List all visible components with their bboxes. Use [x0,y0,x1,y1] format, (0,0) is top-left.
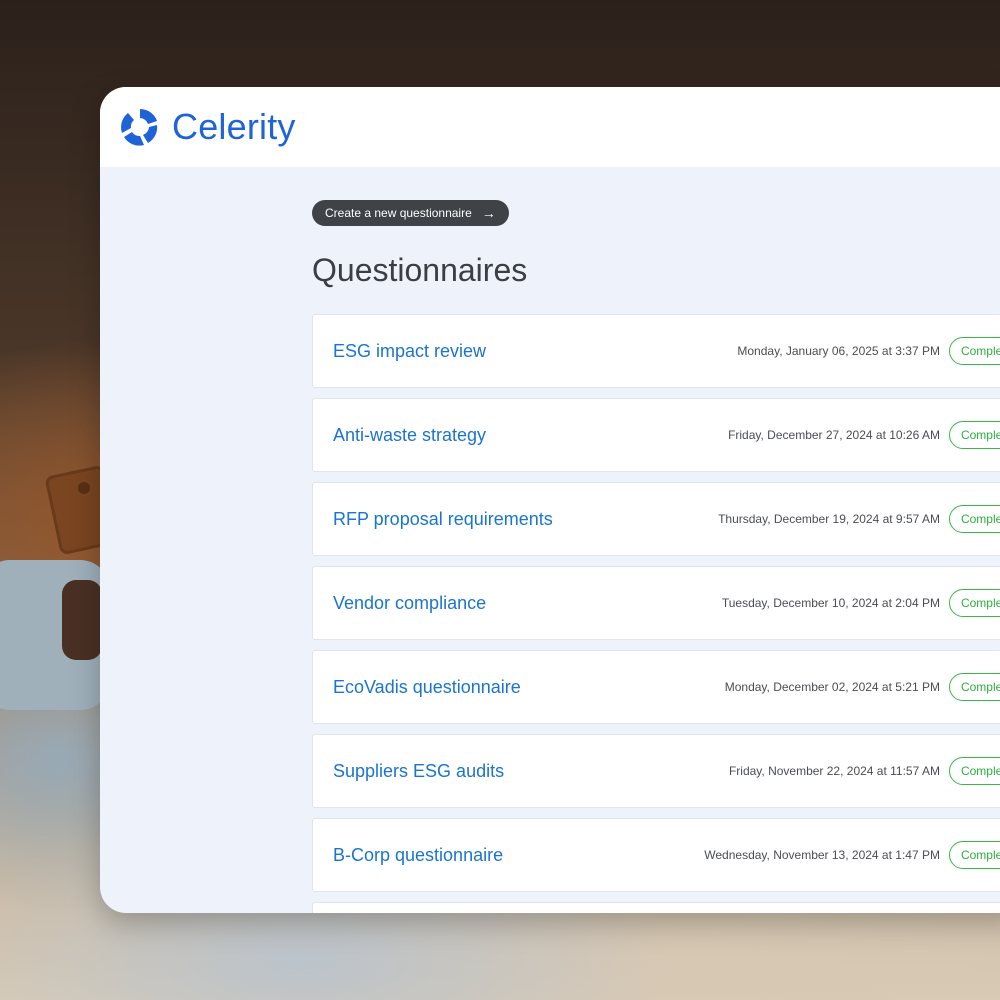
questionnaire-row-partial [312,902,1000,913]
status-badge: Completed [948,757,1000,785]
questionnaire-title[interactable]: RFP proposal requirements [333,509,553,530]
questionnaire-title[interactable]: Anti-waste strategy [333,425,486,446]
questionnaire-title[interactable]: B-Corp questionnaire [333,845,503,866]
app-window: Celerity Create a new questionnaire → Qu… [100,87,1000,913]
row-meta: Friday, December 27, 2024 at 10:26 AM Co… [728,421,1000,449]
questionnaire-title[interactable]: Vendor compliance [333,593,486,614]
status-badge: Completed [948,337,1000,365]
status-badge: Completed [948,505,1000,533]
create-questionnaire-button[interactable]: Create a new questionnaire → [312,200,509,226]
questionnaire-list: ESG impact review Monday, January 06, 20… [312,314,1000,913]
questionnaire-date: Friday, November 22, 2024 at 11:57 AM [728,764,940,778]
rivet [78,482,90,494]
questionnaire-row[interactable]: B-Corp questionnaire Wednesday, November… [312,818,1000,892]
questionnaire-date: Thursday, December 19, 2024 at 9:57 AM [718,512,940,526]
status-badge: Completed [948,421,1000,449]
questionnaire-row[interactable]: RFP proposal requirements Thursday, Dece… [312,482,1000,556]
questionnaire-date: Wednesday, November 13, 2024 at 1:47 PM [704,848,940,862]
page-title: Questionnaires [312,252,528,288]
questionnaire-title[interactable]: EcoVadis questionnaire [333,677,521,698]
hand [62,580,102,660]
questionnaire-row[interactable]: Suppliers ESG audits Friday, November 22… [312,734,1000,808]
questionnaire-row[interactable]: EcoVadis questionnaire Monday, December … [312,650,1000,724]
status-badge: Completed [948,673,1000,701]
app-header: Celerity [100,87,1000,167]
row-meta: Friday, November 22, 2024 at 11:57 AM Co… [729,757,1000,785]
row-meta: Tuesday, December 10, 2024 at 2:04 PM Co… [722,589,1000,617]
celerity-logo-icon [121,108,158,146]
brand-logo[interactable]: Celerity [120,106,296,148]
main-content: Create a new questionnaire → Questionnai… [312,200,1000,913]
row-meta: Wednesday, November 13, 2024 at 1:47 PM … [704,841,1000,869]
questionnaire-row[interactable]: ESG impact review Monday, January 06, 20… [312,314,1000,388]
questionnaire-date: Tuesday, December 10, 2024 at 2:04 PM [721,596,940,610]
row-meta: Monday, January 06, 2025 at 3:37 PM Comp… [737,337,1000,365]
questionnaire-title[interactable]: ESG impact review [333,341,486,362]
create-questionnaire-label: Create a new questionnaire [325,206,472,220]
questionnaire-date: Monday, January 06, 2025 at 3:37 PM [737,344,940,358]
status-badge: Completed [948,589,1000,617]
row-meta: Monday, December 02, 2024 at 5:21 PM Com… [725,673,1000,701]
questionnaire-date: Friday, December 27, 2024 at 10:26 AM [728,428,940,442]
questionnaire-row[interactable]: Vendor compliance Tuesday, December 10, … [312,566,1000,640]
questionnaire-title[interactable]: Suppliers ESG audits [333,761,504,782]
status-badge: Completed [948,841,1000,869]
row-meta: Thursday, December 19, 2024 at 9:57 AM C… [718,505,1000,533]
questionnaire-date: Monday, December 02, 2024 at 5:21 PM [724,680,940,694]
questionnaire-row[interactable]: Anti-waste strategy Friday, December 27,… [312,398,1000,472]
arrow-right-icon: → [481,205,496,221]
brand-name: Celerity [172,106,296,147]
